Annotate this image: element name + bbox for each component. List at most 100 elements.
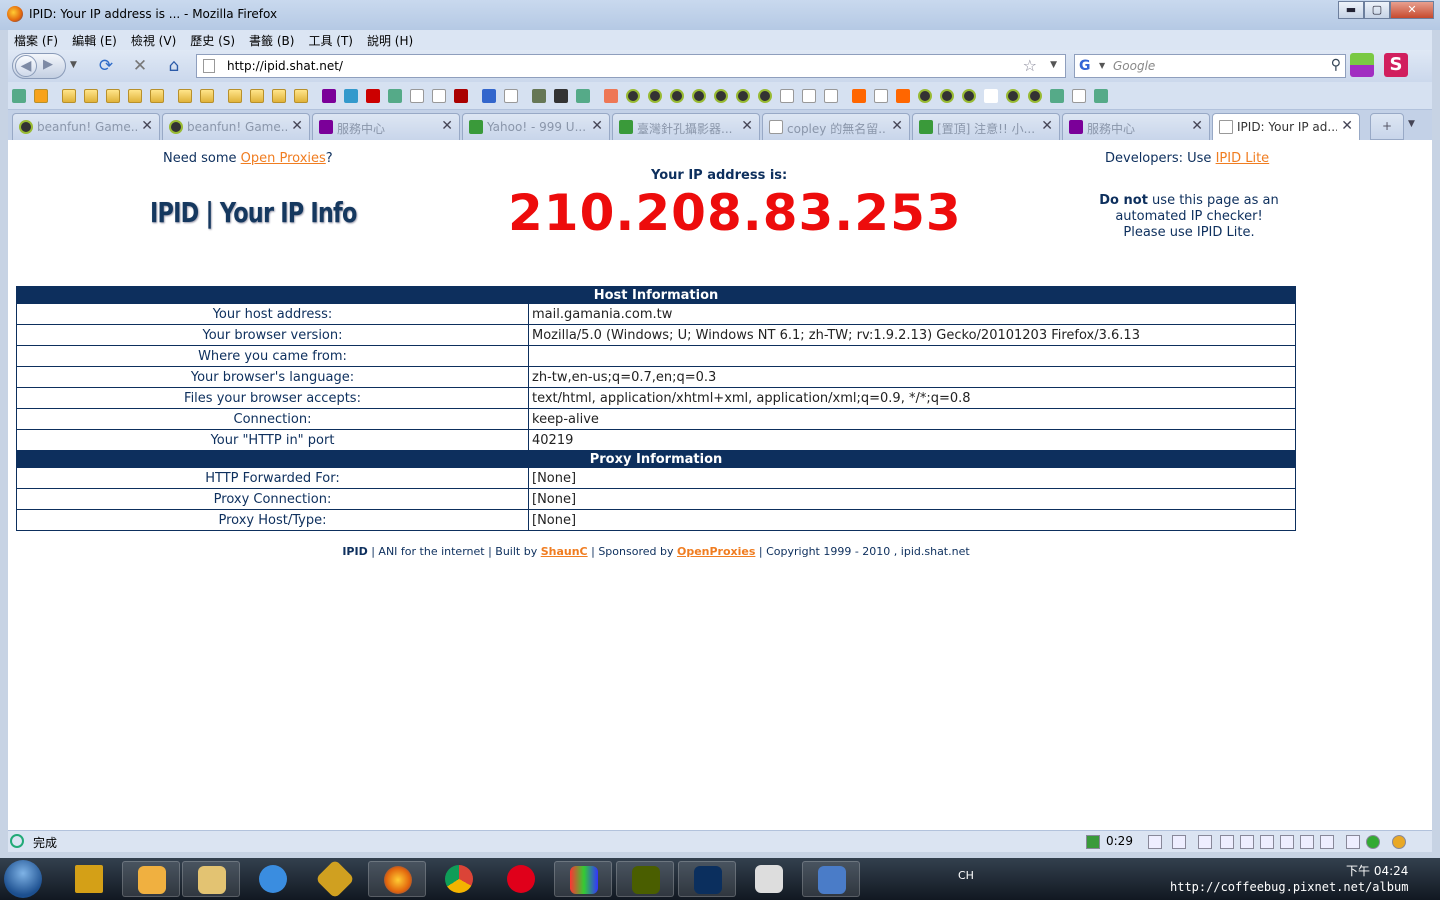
tab-close-icon[interactable]: ✕ <box>591 118 603 134</box>
bookmark-page-icon[interactable] <box>824 89 838 103</box>
tab-close-icon[interactable]: ✕ <box>291 118 303 134</box>
beanfun-icon[interactable] <box>714 89 728 103</box>
taskbar-app[interactable] <box>122 861 180 897</box>
tab-service-1[interactable]: 服務中心 ✕ <box>312 113 460 140</box>
addon-status-icon[interactable] <box>1240 835 1254 849</box>
taskbar-app[interactable] <box>492 861 550 897</box>
beanfun-icon[interactable] <box>758 89 772 103</box>
history-dropdown-icon[interactable]: ▼ <box>70 60 77 70</box>
author-link[interactable]: ShaunC <box>541 545 588 558</box>
bookmark-page-icon[interactable] <box>504 89 518 103</box>
taskbar-app[interactable] <box>554 861 612 897</box>
menu-bookmarks[interactable]: 書籤 (B) <box>249 32 294 49</box>
bookmark-folder-icon[interactable] <box>106 89 120 103</box>
url-text[interactable]: http://ipid.shat.net/ <box>227 59 343 73</box>
bookmark-page-icon[interactable] <box>780 89 794 103</box>
menu-view[interactable]: 檢視 (V) <box>131 32 176 49</box>
addon-status-icon[interactable] <box>1346 835 1360 849</box>
blogger-icon[interactable] <box>896 89 910 103</box>
tab-taiwan[interactable]: 臺灣針孔攝影器... ✕ <box>612 113 760 140</box>
tab-service-2[interactable]: 服務中心 ✕ <box>1062 113 1210 140</box>
beanfun-icon[interactable] <box>692 89 706 103</box>
tab-yahoo[interactable]: Yahoo! - 999 U... ✕ <box>462 113 610 140</box>
bookmark-page-icon[interactable] <box>432 89 446 103</box>
bookmark-icon[interactable] <box>532 89 546 103</box>
addon-status-icon[interactable] <box>1148 835 1162 849</box>
tab-copley[interactable]: copley 的無名留... ✕ <box>762 113 910 140</box>
bookmark-folder-icon[interactable] <box>84 89 98 103</box>
google-icon[interactable]: G <box>1079 58 1097 74</box>
bookmark-folder-icon[interactable] <box>150 89 164 103</box>
bookmark-icon[interactable] <box>576 89 590 103</box>
minimize-button[interactable]: ▬ <box>1338 1 1364 19</box>
clock[interactable]: 下午 04:24 <box>1346 862 1408 879</box>
tab-close-icon[interactable]: ✕ <box>891 118 903 134</box>
menu-history[interactable]: 歷史 (S) <box>190 32 235 49</box>
beanfun-icon[interactable] <box>736 89 750 103</box>
bookmark-icon[interactable] <box>604 89 618 103</box>
start-button[interactable] <box>4 860 42 898</box>
sponsor-link[interactable]: OpenProxies <box>677 545 755 558</box>
bookmark-icon[interactable] <box>554 89 568 103</box>
tab-pinned[interactable]: [置頂] 注意!! 小... ✕ <box>912 113 1060 140</box>
search-input[interactable]: Google <box>1113 59 1155 73</box>
new-tab-button[interactable]: + <box>1370 113 1404 140</box>
taskbar-app[interactable] <box>430 861 488 897</box>
bookmark-folder-icon[interactable] <box>272 89 286 103</box>
addon-status-icon[interactable] <box>1220 835 1234 849</box>
beanfun-icon[interactable] <box>940 89 954 103</box>
reload-icon[interactable]: ⟳ <box>96 56 116 76</box>
bookmark-folder-icon[interactable] <box>128 89 142 103</box>
menu-file[interactable]: 檔案 (F) <box>14 32 58 49</box>
addon-status-icon[interactable] <box>1198 835 1212 849</box>
ipid-lite-link-2[interactable]: IPID Lite <box>1197 225 1251 240</box>
taskbar-app[interactable] <box>60 861 118 897</box>
taskbar-app[interactable] <box>182 861 240 897</box>
bookmark-icon[interactable] <box>1094 89 1108 103</box>
bookmark-icon[interactable] <box>344 89 358 103</box>
bookmark-page-icon[interactable] <box>874 89 888 103</box>
addon-status-icon[interactable] <box>1320 835 1334 849</box>
addon-s-icon[interactable]: S <box>1384 53 1408 77</box>
back-forward-buttons[interactable]: ◀ ▶ <box>12 53 66 79</box>
addon-status-icon[interactable] <box>1172 835 1186 849</box>
tab-close-icon[interactable]: ✕ <box>441 118 453 134</box>
taskbar-app[interactable] <box>244 861 302 897</box>
taskbar-app[interactable] <box>740 861 798 897</box>
beanfun-icon[interactable] <box>918 89 932 103</box>
bookmark-page-icon[interactable] <box>410 89 424 103</box>
url-dropdown-icon[interactable]: ▼ <box>1050 60 1057 70</box>
tab-close-icon[interactable]: ✕ <box>141 118 153 134</box>
search-icon[interactable]: ⚲ <box>1331 57 1341 73</box>
menu-tools[interactable]: 工具 (T) <box>308 32 353 49</box>
forward-arrow-icon[interactable]: ▶ <box>43 57 53 72</box>
taskbar-app[interactable] <box>616 861 674 897</box>
menu-help[interactable]: 說明 (H) <box>367 32 413 49</box>
tab-close-icon[interactable]: ✕ <box>1191 118 1203 134</box>
beanfun-icon[interactable] <box>626 89 640 103</box>
bookmark-icon[interactable] <box>366 89 380 103</box>
addon-status-icon[interactable] <box>1280 835 1294 849</box>
bookmark-folder-icon[interactable] <box>228 89 242 103</box>
addon-grid-icon[interactable] <box>1350 53 1374 77</box>
bookmark-page-icon[interactable] <box>802 89 816 103</box>
beanfun-icon[interactable] <box>962 89 976 103</box>
bookmark-icon[interactable] <box>454 89 468 103</box>
home-icon[interactable]: ⌂ <box>164 56 184 76</box>
bookmark-page-icon[interactable] <box>1072 89 1086 103</box>
tab-beanfun-2[interactable]: beanfun! Game... ✕ <box>162 113 310 140</box>
addon-status-icon[interactable] <box>1086 835 1100 849</box>
open-proxies-link[interactable]: Open Proxies <box>241 151 326 166</box>
tab-close-icon[interactable]: ✕ <box>1341 118 1353 134</box>
search-bar[interactable]: G ▼ Google ⚲ <box>1074 54 1346 78</box>
bookmark-star-icon[interactable]: ☆ <box>1023 56 1037 75</box>
bookmark-icon[interactable] <box>1050 89 1064 103</box>
beanfun-icon[interactable] <box>1006 89 1020 103</box>
search-engine-dropdown-icon[interactable]: ▼ <box>1099 61 1105 70</box>
addon-status-icon[interactable] <box>1366 835 1380 849</box>
bookmark-folder-icon[interactable] <box>250 89 264 103</box>
tab-close-icon[interactable]: ✕ <box>741 118 753 134</box>
ipid-lite-link[interactable]: IPID Lite <box>1216 151 1270 166</box>
site-logo[interactable]: IPID | Your IP Info <box>150 196 357 229</box>
taskbar-app[interactable] <box>802 861 860 897</box>
